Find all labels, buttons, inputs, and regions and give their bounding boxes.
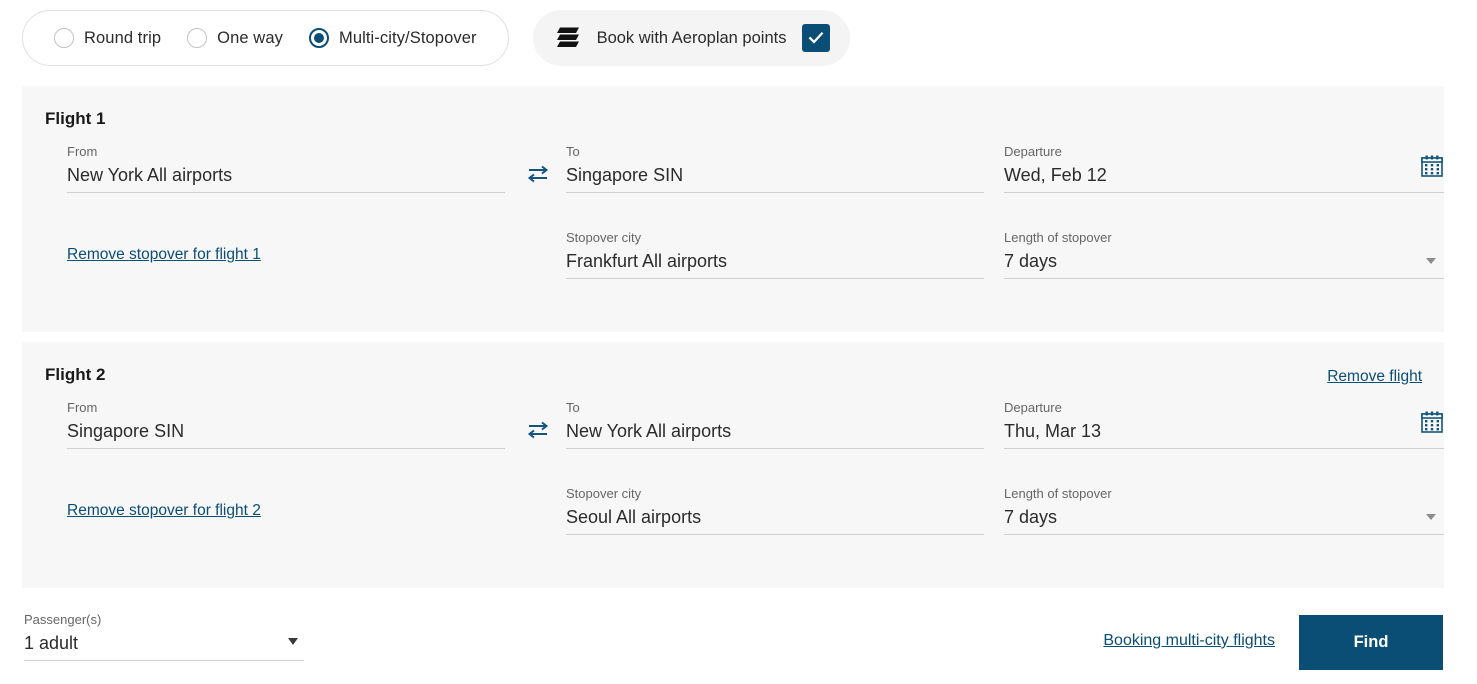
flight-1-departure-label: Departure <box>1004 144 1444 160</box>
flight-2-from-field[interactable]: From Singapore SIN <box>67 400 505 449</box>
flight-1-from-field[interactable]: From New York All airports <box>67 144 505 193</box>
radio-icon-one-way[interactable] <box>187 28 207 48</box>
flight-2-stopover-length-label: Length of stopover <box>1004 486 1444 502</box>
flight-1-to-label: To <box>566 144 984 160</box>
flight-2-title: Flight 2 <box>45 365 105 385</box>
flight-1-primary-row: From New York All airports To Singapore … <box>22 144 1444 204</box>
flight-2-stopover-row: Remove stopover for flight 2 Stopover ci… <box>22 486 1444 546</box>
flight-2-stopover-city-label: Stopover city <box>566 486 984 502</box>
calendar-icon <box>1420 410 1444 434</box>
flight-2-swap-button[interactable] <box>524 416 552 444</box>
flight-1-stopover-row: Remove stopover for flight 1 Stopover ci… <box>22 230 1444 290</box>
flight-2-calendar-button[interactable] <box>1420 410 1444 439</box>
flight-card-1: Flight 1 From New York All airports To S… <box>22 86 1444 332</box>
flight-2-departure-underline <box>1004 448 1444 449</box>
flight-2-stopover-length-underline <box>1004 534 1444 535</box>
book-with-aeroplan-points-toggle[interactable]: Book with Aeroplan points <box>533 10 851 66</box>
passengers-field[interactable]: Passenger(s) 1 adult <box>24 612 304 661</box>
flight-2-stopover-city-value: Seoul All airports <box>566 502 984 530</box>
flight-1-title: Flight 1 <box>45 109 105 129</box>
flight-1-from-underline <box>67 192 505 193</box>
flight-1-stopover-length-label: Length of stopover <box>1004 230 1444 246</box>
flight-card-2: Flight 2 Remove flight From Singapore SI… <box>22 342 1444 588</box>
flight-1-to-field[interactable]: To Singapore SIN <box>566 144 984 193</box>
flight-1-remove-stopover-link[interactable]: Remove stopover for flight 1 <box>67 246 261 264</box>
flight-1-stopover-length-value: 7 days <box>1004 246 1444 274</box>
search-footer: Passenger(s) 1 adult Booking multi-city … <box>0 600 1477 684</box>
flight-1-stopover-length-chevron-down-icon[interactable] <box>1426 258 1436 264</box>
flight-1-departure-underline <box>1004 192 1444 193</box>
trip-type-multi-city[interactable]: Multi-city/Stopover <box>296 11 490 65</box>
radio-icon-multi-city[interactable] <box>309 28 329 48</box>
checkmark-icon <box>807 29 825 47</box>
flight-1-to-value: Singapore SIN <box>566 160 984 188</box>
flight-2-stopover-length-value: 7 days <box>1004 502 1444 530</box>
passengers-chevron-down-icon[interactable] <box>288 638 298 645</box>
passengers-underline <box>24 660 304 661</box>
calendar-icon <box>1420 154 1444 178</box>
flight-1-swap-button[interactable] <box>524 160 552 188</box>
flight-1-departure-value: Wed, Feb 12 <box>1004 160 1444 188</box>
trip-type-round-trip[interactable]: Round trip <box>41 11 174 65</box>
flight-2-to-value: New York All airports <box>566 416 984 444</box>
flight-2-to-underline <box>566 448 984 449</box>
aeroplan-toggle-label: Book with Aeroplan points <box>597 29 787 48</box>
trip-type-one-way[interactable]: One way <box>174 11 296 65</box>
trip-type-label-multi-city: Multi-city/Stopover <box>339 29 477 48</box>
flight-1-from-label: From <box>67 144 505 160</box>
aeroplan-bars-icon <box>555 23 581 54</box>
swap-arrows-icon <box>524 416 552 444</box>
swap-arrows-icon <box>524 160 552 188</box>
flight-1-from-value: New York All airports <box>67 160 505 188</box>
flight-1-stopover-city-underline <box>566 278 984 279</box>
flight-1-stopover-city-value: Frankfurt All airports <box>566 246 984 274</box>
flight-2-stopover-length-field[interactable]: Length of stopover 7 days <box>1004 486 1444 535</box>
find-button[interactable]: Find <box>1299 615 1443 670</box>
flight-2-stopover-city-underline <box>566 534 984 535</box>
flight-2-departure-label: Departure <box>1004 400 1444 416</box>
flight-2-from-underline <box>67 448 505 449</box>
trip-type-label-one-way: One way <box>217 29 283 48</box>
flight-1-stopover-length-field[interactable]: Length of stopover 7 days <box>1004 230 1444 279</box>
flight-2-remove-stopover-link[interactable]: Remove stopover for flight 2 <box>67 502 261 520</box>
passengers-label: Passenger(s) <box>24 612 304 628</box>
trip-type-radio-group: Round trip One way Multi-city/Stopover <box>22 10 509 66</box>
radio-icon-round-trip[interactable] <box>54 28 74 48</box>
flight-2-to-field[interactable]: To New York All airports <box>566 400 984 449</box>
flight-1-calendar-button[interactable] <box>1420 154 1444 183</box>
flight-search-page: Round trip One way Multi-city/Stopover B… <box>0 0 1477 684</box>
flight-1-departure-field[interactable]: Departure Wed, Feb 12 <box>1004 144 1444 193</box>
flight-2-departure-field[interactable]: Departure Thu, Mar 13 <box>1004 400 1444 449</box>
flight-2-departure-value: Thu, Mar 13 <box>1004 416 1444 444</box>
flight-2-to-label: To <box>566 400 984 416</box>
flight-1-stopover-city-field[interactable]: Stopover city Frankfurt All airports <box>566 230 984 279</box>
flight-2-remove-flight-link[interactable]: Remove flight <box>1327 368 1422 386</box>
flight-2-primary-row: From Singapore SIN To New York All airpo… <box>22 400 1444 460</box>
flight-1-stopover-city-label: Stopover city <box>566 230 984 246</box>
flight-1-stopover-length-underline <box>1004 278 1444 279</box>
booking-multi-city-flights-link[interactable]: Booking multi-city flights <box>1103 632 1275 650</box>
flight-2-stopover-length-chevron-down-icon[interactable] <box>1426 514 1436 520</box>
passengers-value: 1 adult <box>24 628 304 656</box>
flight-1-to-underline <box>566 192 984 193</box>
flight-2-from-value: Singapore SIN <box>67 416 505 444</box>
aeroplan-checkbox[interactable] <box>802 24 830 52</box>
trip-type-label-round-trip: Round trip <box>84 29 161 48</box>
search-options-row: Round trip One way Multi-city/Stopover B… <box>22 10 850 66</box>
flight-2-stopover-city-field[interactable]: Stopover city Seoul All airports <box>566 486 984 535</box>
flight-2-from-label: From <box>67 400 505 416</box>
